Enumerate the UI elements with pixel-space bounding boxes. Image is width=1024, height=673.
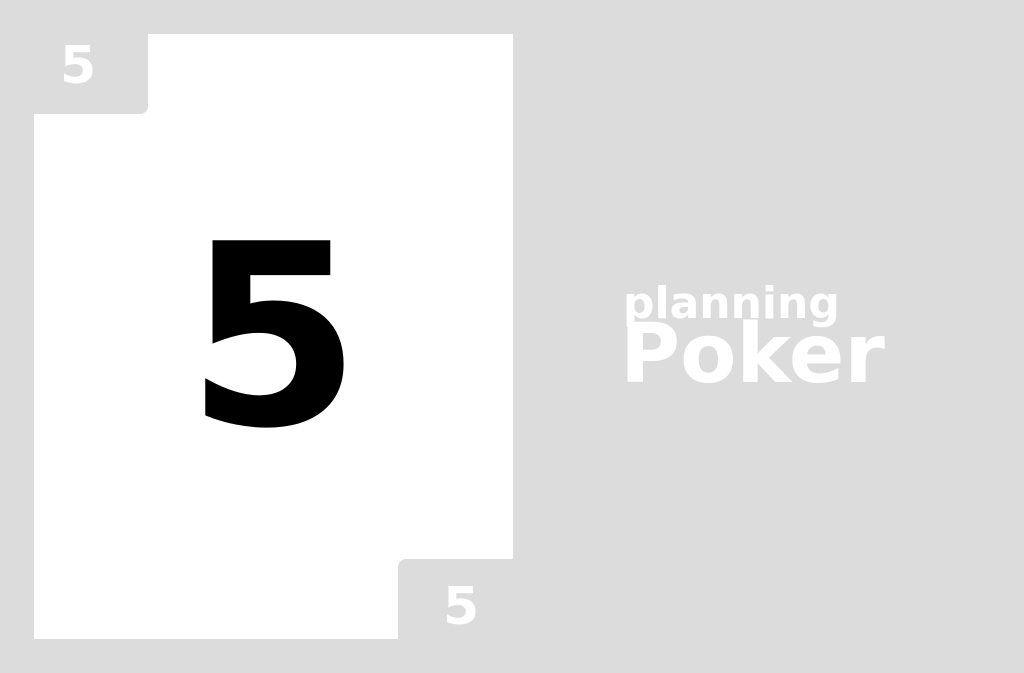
card-value: 5 (185, 191, 362, 484)
app-logo: planning Poker (620, 282, 885, 396)
corner-value-top-left: 5 (60, 36, 97, 96)
poker-card[interactable]: 5 5 5 (34, 34, 513, 639)
app-screen: 5 5 5 planning Poker (0, 0, 1024, 673)
logo-text-poker: Poker (620, 307, 885, 402)
card-corner-top-left: 5 (34, 34, 148, 114)
corner-value-bottom-right: 5 (443, 577, 480, 637)
card-corner-bottom-right: 5 (398, 559, 513, 639)
